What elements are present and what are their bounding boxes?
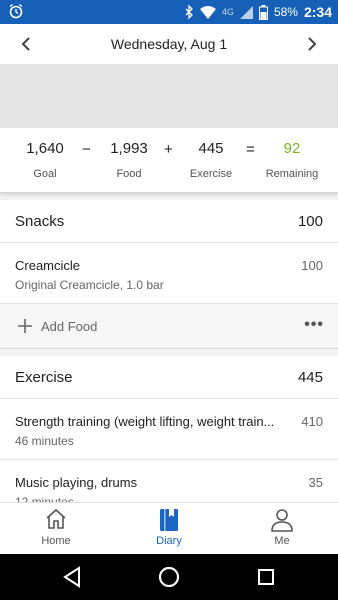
minus-operator: −: [82, 141, 91, 158]
nav-me[interactable]: Me: [226, 507, 338, 547]
entry-detail: Original Creamcicle, 1.0 bar: [15, 278, 164, 292]
system-navigation-bar: [0, 554, 338, 600]
section-title: Exercise: [15, 368, 73, 386]
entry-calories: 100: [301, 258, 323, 273]
previous-day-button[interactable]: [14, 32, 38, 56]
calories-summary[interactable]: 1,640 Goal − 1,993 Food + 445 Exercise =…: [0, 128, 338, 193]
bottom-navigation: Home Diary Me: [0, 502, 338, 555]
exercise-label: Exercise: [189, 168, 233, 180]
snacks-section: Snacks 100 Creamcicle Original Creamcicl…: [0, 200, 338, 349]
plus-operator: +: [164, 141, 173, 158]
alarm-icon: [9, 3, 23, 19]
status-bar: 4G 58% 2:34: [0, 0, 338, 24]
battery-icon: [258, 4, 268, 20]
food-entry[interactable]: Creamcicle Original Creamcicle, 1.0 bar …: [0, 243, 338, 304]
remaining-label: Remaining: [265, 168, 319, 180]
nav-diary[interactable]: Diary: [113, 507, 225, 547]
next-day-button[interactable]: [300, 32, 324, 56]
entry-name: Music playing, drums: [15, 475, 138, 490]
home-circle-icon[interactable]: [157, 565, 181, 589]
chevron-left-icon: [21, 37, 30, 51]
add-food-label: Add Food: [41, 318, 98, 334]
add-food-button[interactable]: Add Food •••: [0, 304, 338, 349]
entry-name: Creamcicle: [15, 258, 81, 273]
back-icon[interactable]: [60, 565, 84, 589]
section-total: 445: [297, 368, 323, 386]
chevron-right-icon: [308, 37, 317, 51]
clock: 2:34: [303, 4, 332, 20]
diary-icon: [160, 509, 178, 531]
date-title[interactable]: Wednesday, Aug 1: [111, 36, 227, 52]
network-type: 4G: [221, 7, 234, 17]
nav-label: Home: [41, 535, 71, 547]
exercise-section: Exercise 445 Strength training (weight l…: [0, 356, 338, 521]
entry-calories: 410: [301, 414, 323, 429]
goal-label: Goal: [33, 168, 57, 180]
food-value: 1,993: [110, 140, 148, 157]
ad-banner: [0, 64, 338, 128]
snacks-header[interactable]: Snacks 100: [0, 200, 338, 243]
bluetooth-icon: [185, 5, 193, 19]
battery-percent: 58%: [273, 5, 298, 19]
wifi-icon: [199, 5, 216, 19]
section-total: 100: [297, 212, 323, 230]
entry-detail: 46 minutes: [15, 434, 74, 448]
section-title: Snacks: [15, 212, 65, 230]
exercise-header[interactable]: Exercise 445: [0, 356, 338, 399]
exercise-entry[interactable]: Strength training (weight lifting, weigh…: [0, 399, 338, 460]
nav-label: Me: [274, 535, 290, 547]
nav-label: Diary: [156, 535, 182, 547]
nav-home[interactable]: Home: [0, 507, 112, 547]
recents-icon[interactable]: [254, 565, 278, 589]
exercise-value: 445: [198, 140, 224, 157]
remaining-value: 92: [283, 140, 301, 157]
date-header: Wednesday, Aug 1: [0, 24, 338, 64]
equals-operator: =: [246, 141, 255, 158]
entry-name: Strength training (weight lifting, weigh…: [15, 414, 275, 429]
plus-icon: [18, 319, 32, 333]
goal-value: 1,640: [26, 140, 64, 157]
entry-calories: 35: [308, 475, 323, 490]
person-icon: [271, 509, 293, 532]
signal-icon: [239, 5, 253, 19]
home-icon: [46, 508, 66, 529]
food-label: Food: [116, 168, 142, 180]
more-options-icon[interactable]: •••: [304, 316, 324, 334]
